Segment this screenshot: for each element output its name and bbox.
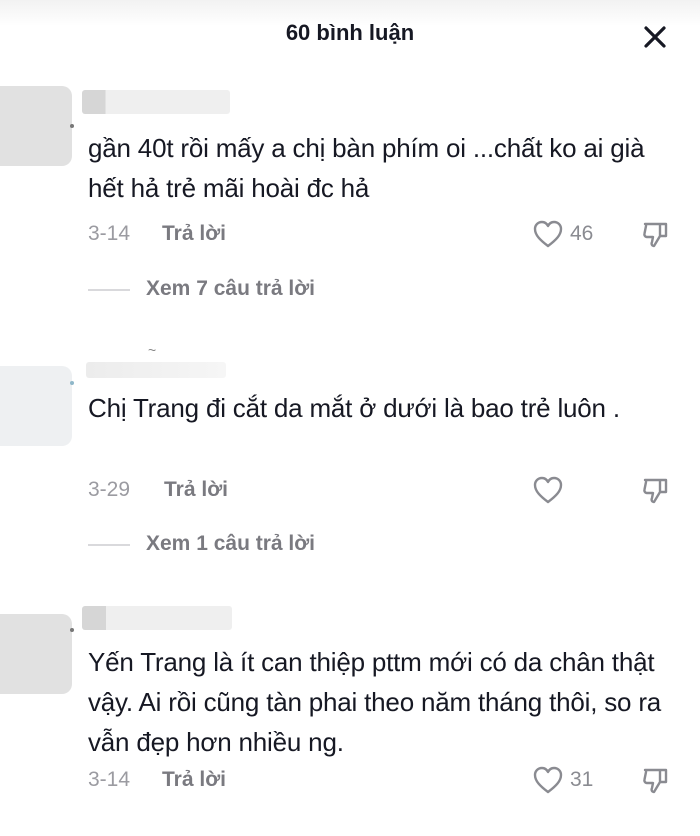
replies-divider bbox=[88, 544, 130, 546]
comments-header: 60 bình luận bbox=[0, 0, 700, 75]
separator-dot bbox=[70, 381, 74, 385]
comment-date: 3-14 bbox=[88, 222, 131, 245]
reply-button[interactable]: Trả lời bbox=[164, 478, 228, 502]
comment-text: gần 40t rồi mấy a chị bàn phím oi ...chấ… bbox=[88, 133, 645, 203]
comment-date: 3-14 bbox=[88, 768, 131, 791]
like-count: 31 bbox=[570, 768, 594, 791]
view-replies-button[interactable]: Xem 1 câu trả lời bbox=[146, 532, 315, 556]
separator-dot bbox=[70, 124, 74, 128]
view-replies-button[interactable]: Xem 7 câu trả lời bbox=[146, 277, 315, 301]
avatar[interactable] bbox=[0, 614, 72, 694]
comment-text: Yến Trang là ít can thiệp pttm mới có da… bbox=[88, 647, 662, 757]
thumbs-down-icon[interactable] bbox=[640, 475, 670, 505]
comment-text: Chị Trang đi cắt da mắt ở dưới là bao tr… bbox=[88, 393, 620, 423]
replies-divider bbox=[88, 289, 130, 291]
reply-button[interactable]: Trả lời bbox=[162, 768, 226, 792]
thumbs-down-icon[interactable] bbox=[640, 765, 670, 795]
like-count: 46 bbox=[570, 222, 594, 245]
heart-icon[interactable] bbox=[532, 219, 564, 249]
comment-count-title: 60 bình luận bbox=[285, 20, 415, 45]
username-fragment: ~ bbox=[148, 342, 157, 358]
avatar[interactable] bbox=[0, 366, 72, 446]
reply-button[interactable]: Trả lời bbox=[162, 222, 226, 246]
comment-date: 3-29 bbox=[88, 478, 131, 501]
close-icon[interactable] bbox=[640, 22, 670, 52]
avatar[interactable] bbox=[0, 86, 72, 166]
separator-dot bbox=[70, 628, 74, 632]
username-redacted[interactable] bbox=[82, 90, 230, 114]
heart-icon[interactable] bbox=[532, 765, 564, 795]
heart-icon[interactable] bbox=[532, 475, 564, 505]
username-redacted[interactable] bbox=[82, 606, 232, 630]
username-redacted[interactable] bbox=[86, 362, 226, 378]
thumbs-down-icon[interactable] bbox=[640, 219, 670, 249]
